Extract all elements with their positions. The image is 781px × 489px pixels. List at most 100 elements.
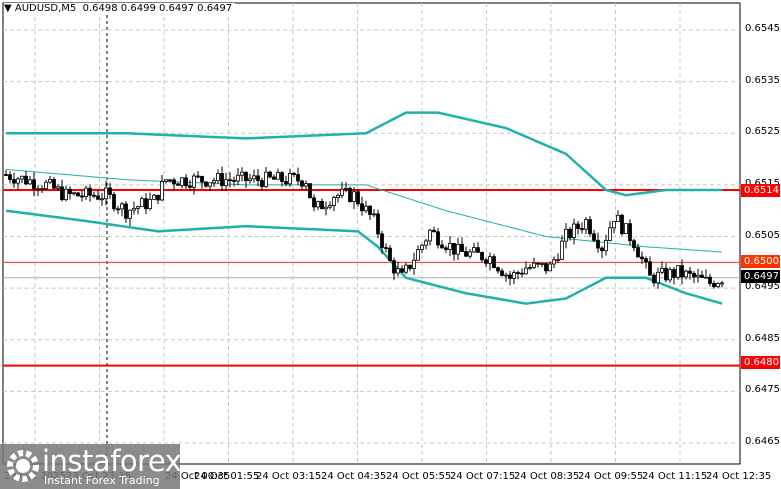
candle-body	[488, 256, 492, 264]
candle-body	[116, 208, 120, 211]
candle-body	[480, 252, 484, 261]
candle-body	[192, 175, 196, 188]
candle-body	[344, 187, 348, 190]
candle-body	[376, 213, 380, 235]
candle-body	[652, 274, 656, 284]
candle-body	[428, 229, 432, 242]
logo-name: instaforex	[42, 444, 182, 478]
candle-body	[240, 171, 244, 176]
price-axis-label: 0.6465	[745, 436, 780, 447]
time-axis-label: 24 Oct 04:35	[321, 471, 387, 482]
candle-body	[4, 174, 8, 176]
candle-body	[568, 228, 572, 239]
chart-header: ▼ AUDUSD,M5 0.6498 0.6499 0.6497 0.6497	[4, 3, 236, 14]
candle-body	[396, 268, 400, 274]
candle-body	[484, 259, 488, 264]
price-axis-label: 0.6545	[745, 23, 780, 34]
instaforex-logo: instaforex Instant Forex Trading	[0, 444, 182, 489]
price-chart[interactable]	[0, 0, 781, 489]
candle-body	[300, 180, 304, 187]
candle-body	[120, 203, 124, 210]
candle-body	[416, 249, 420, 261]
candle-body	[16, 178, 20, 184]
candle-body	[692, 272, 696, 278]
logo-tagline: Instant Forex Trading	[44, 474, 160, 487]
candle-body	[328, 205, 332, 208]
candle-body	[256, 175, 260, 181]
candle-body	[384, 247, 388, 249]
candle-body	[436, 231, 440, 246]
candle-body	[36, 188, 40, 191]
candle-body	[228, 179, 232, 182]
candle-body	[456, 243, 460, 255]
time-axis-label: 24 Oct 08:35	[514, 471, 580, 482]
candle-body	[44, 181, 48, 190]
candle-body	[368, 205, 372, 215]
price-axis-label: 0.6525	[745, 126, 780, 138]
candle-body	[164, 179, 168, 182]
candle-body	[324, 206, 328, 210]
candle-body	[512, 272, 516, 279]
candle-body	[288, 172, 292, 185]
candle-body	[72, 192, 76, 195]
candle-body	[668, 269, 672, 281]
time-axis-label: 24 Oct 12:35	[706, 471, 772, 482]
candle-body	[128, 209, 132, 219]
candle-body	[640, 256, 644, 260]
candle-body	[556, 259, 560, 261]
candle-body	[64, 188, 68, 201]
time-axis-label: 24 Oct 01:55	[194, 471, 260, 482]
candle-body	[716, 283, 720, 288]
candle-body	[424, 240, 428, 246]
candle-body	[48, 179, 52, 183]
candle-body	[372, 213, 376, 216]
candle-body	[32, 179, 36, 190]
candle-body	[264, 171, 268, 188]
candle-body	[392, 260, 396, 274]
candle-body	[296, 174, 300, 182]
candle-body	[552, 259, 556, 265]
candle-body	[180, 177, 184, 186]
candle-body	[380, 233, 384, 248]
candle-body	[560, 240, 564, 260]
price-axis-label: 0.6535	[745, 74, 780, 86]
candle-body	[364, 205, 368, 212]
candle-body	[304, 183, 308, 187]
candle-body	[656, 271, 660, 284]
candle-body	[216, 173, 220, 182]
candle-body	[80, 195, 84, 198]
candle-body	[276, 172, 280, 180]
candle-body	[580, 228, 584, 230]
candle-body	[156, 194, 160, 201]
candle-body	[284, 181, 288, 185]
gear-icon	[7, 450, 39, 482]
candle-body	[348, 187, 352, 203]
candle-body	[632, 240, 636, 248]
candle-body	[684, 270, 688, 278]
candle-body	[252, 175, 256, 180]
candle-body	[28, 179, 32, 185]
candle-body	[244, 171, 248, 182]
candle-body	[248, 178, 252, 182]
candle-body	[504, 274, 508, 277]
candle-body	[720, 282, 724, 285]
candle-body	[508, 274, 512, 279]
candle-body	[596, 239, 600, 249]
candle-body	[136, 206, 140, 209]
candle-body	[536, 262, 540, 265]
candle-body	[500, 270, 504, 276]
symbol-label: AUDUSD,M5	[14, 3, 77, 14]
candle-body	[620, 214, 624, 235]
candle-body	[432, 229, 436, 233]
candle-body	[292, 172, 296, 175]
candle-body	[572, 223, 576, 239]
candle-body	[624, 223, 628, 235]
resistance-level-tag: 0.6514	[741, 184, 780, 197]
candle-body	[472, 247, 476, 253]
candle-body	[636, 247, 640, 258]
candle-body	[160, 181, 164, 201]
candle-body	[440, 244, 444, 249]
candle-body	[148, 198, 152, 210]
candle-body	[544, 263, 548, 272]
candle-body	[516, 272, 520, 274]
